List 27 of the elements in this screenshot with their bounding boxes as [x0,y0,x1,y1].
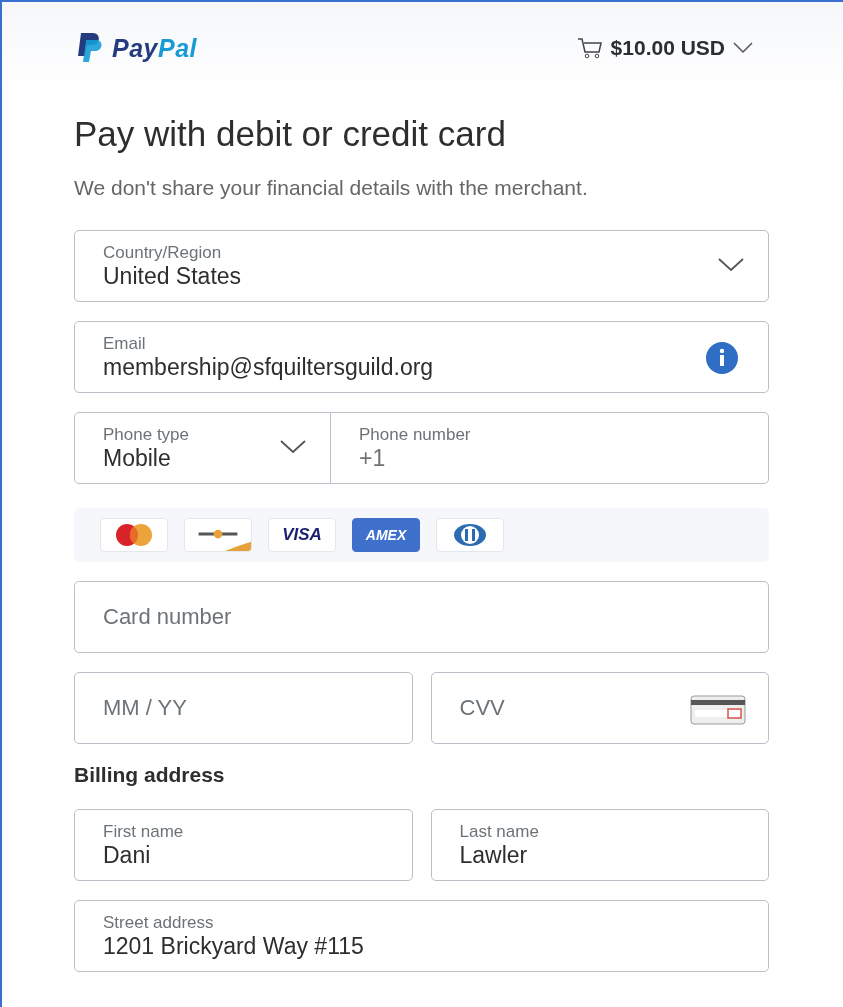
chevron-down-icon [718,257,744,273]
card-logo [100,518,168,552]
card-logo [436,518,504,552]
card-logo: AMEX [352,518,420,552]
input-field[interactable]: Street address 1201 Brickyard Way #115 [74,900,769,972]
input-field[interactable]: CVV [430,672,769,744]
select-field[interactable]: Country/Region United States [74,230,769,302]
card-logo [184,518,252,552]
input-field[interactable]: Card number [74,581,769,653]
chevron-down-icon [280,439,306,455]
chevron-down-icon [733,42,753,54]
cart-amount-button[interactable]: $10.00 USD [576,36,753,60]
input-field[interactable]: First name Dani [74,809,413,881]
paypal-mark-icon [76,32,104,64]
input-field[interactable]: Email membership@sfquiltersguild.org [74,321,769,393]
select-field[interactable]: Phone type Mobile [74,412,331,484]
input-field[interactable]: MM / YY [74,672,413,744]
cart-icon [576,37,603,59]
card-back-icon [690,695,746,725]
page-title: Pay with debit or credit card [74,114,507,154]
card-logo: VISA [268,518,336,552]
paypal-logo-text: PayPal [112,33,197,63]
section-heading: Billing address [74,763,226,787]
input-field[interactable]: Last name Lawler [430,809,769,881]
subtitle: We don't share your financial details with the merchant. [74,176,589,200]
info-icon[interactable] [706,342,738,374]
input-field[interactable]: Phone number +1 [331,412,769,484]
